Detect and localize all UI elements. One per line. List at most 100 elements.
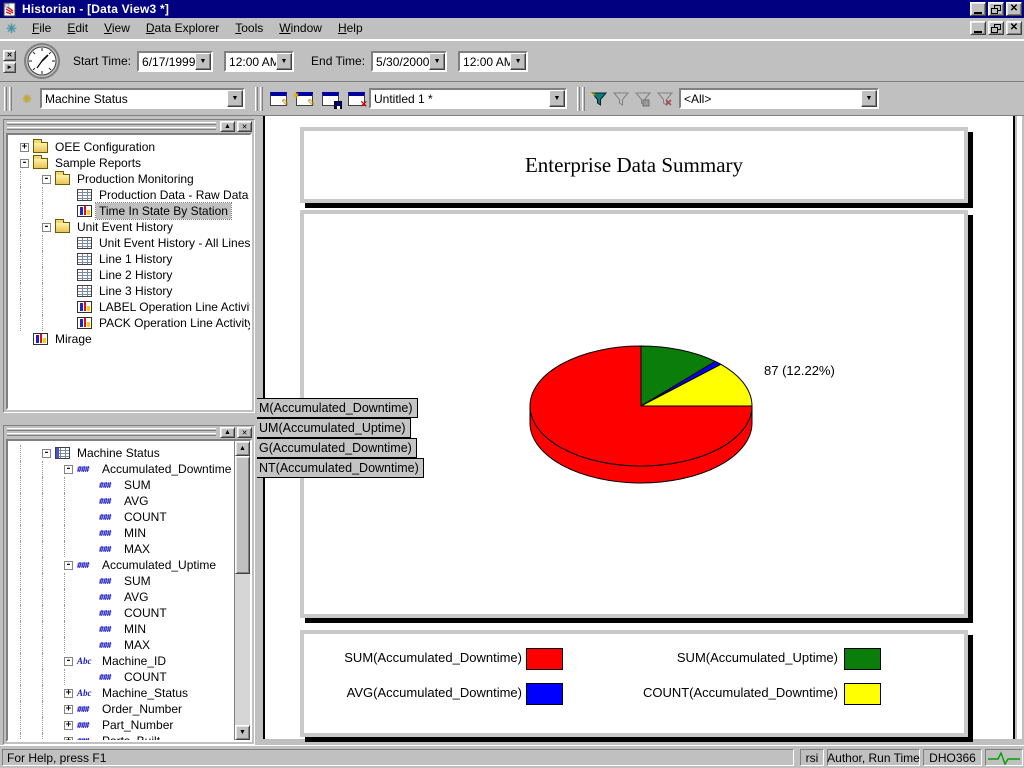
tree-item-count[interactable]: ###COUNT xyxy=(20,509,234,525)
edit-filter-button[interactable] xyxy=(609,87,631,111)
collapse-icon[interactable]: - xyxy=(42,223,51,232)
collapse-icon[interactable]: - xyxy=(64,657,73,666)
delete-data-view-button[interactable]: ✕ xyxy=(343,87,369,111)
tree-item-machine-id[interactable]: -AbcMachine_ID xyxy=(20,653,234,669)
tree-item-line-2-history[interactable]: Line 2 History xyxy=(20,267,250,283)
dropdown-arrow-icon[interactable]: ▼ xyxy=(276,53,292,70)
end-date-combobox[interactable]: 5/30/2000 ▼ xyxy=(371,51,447,72)
vertical-scrollbar[interactable]: ▲ ▼ xyxy=(234,441,250,740)
start-time-combobox[interactable]: 12:00 AM ▼ xyxy=(224,51,294,72)
new-filter-button[interactable]: ✳ xyxy=(587,87,609,111)
tree-item-machine-status[interactable]: -Machine Status xyxy=(20,445,234,461)
dataset-combobox[interactable]: Machine Status ▼ xyxy=(40,88,245,109)
menu-tools[interactable]: Tools xyxy=(227,18,271,39)
toolbar-grip[interactable] xyxy=(582,87,585,111)
restore-button[interactable] xyxy=(988,2,1004,16)
toolbar-grip[interactable] xyxy=(4,87,7,111)
menu-view[interactable]: View xyxy=(96,18,138,39)
tree-item-oee-configuration[interactable]: +OEE Configuration xyxy=(20,139,250,155)
tree-item-sum[interactable]: ###SUM xyxy=(20,477,234,493)
dropdown-arrow-icon[interactable]: ▼ xyxy=(429,53,445,70)
mdi-minimize-button[interactable] xyxy=(970,21,986,35)
scroll-up-icon[interactable]: ▲ xyxy=(235,441,250,456)
rename-data-view-button[interactable]: ✎✱ xyxy=(291,87,317,111)
tree-item-unit-event-history-all-lines[interactable]: Unit Event History - All Lines xyxy=(20,235,250,251)
menu-file[interactable]: File xyxy=(24,18,59,39)
tree-item-accumulated-uptime[interactable]: -###Accumulated_Uptime xyxy=(20,557,234,573)
scroll-down-icon[interactable]: ▼ xyxy=(235,725,250,740)
mdi-close-button[interactable]: ✕ xyxy=(1006,21,1022,35)
toolbar-grip[interactable] xyxy=(255,87,258,111)
mdi-restore-button[interactable] xyxy=(988,21,1004,35)
minimize-button[interactable] xyxy=(970,2,986,16)
menu-help[interactable]: Help xyxy=(330,18,371,39)
tree-item-count[interactable]: ###COUNT xyxy=(20,605,234,621)
collapse-icon[interactable]: - xyxy=(42,449,51,458)
tree-item-part-number[interactable]: +###Part_Number xyxy=(20,717,234,733)
dropdown-arrow-icon[interactable]: ▼ xyxy=(549,90,565,107)
scrollbar-track[interactable] xyxy=(235,574,250,725)
collapse-icon[interactable]: - xyxy=(42,175,51,184)
tree-item-max[interactable]: ###MAX xyxy=(20,637,234,653)
tree-item-pack-operation-line-activity[interactable]: PACK Operation Line Activity xyxy=(20,315,250,331)
collapse-icon[interactable]: - xyxy=(20,159,29,168)
tree-item-min[interactable]: ###MIN xyxy=(20,621,234,637)
dropdown-arrow-icon[interactable]: ▼ xyxy=(227,90,243,107)
tree-item-accumulated-downtime[interactable]: -###Accumulated_Downtime xyxy=(20,461,234,477)
scrollbar-thumb[interactable] xyxy=(235,456,250,574)
collapse-icon[interactable]: - xyxy=(64,561,73,570)
tree-item-line-1-history[interactable]: Line 1 History xyxy=(20,251,250,267)
new-dataset-button[interactable]: ✳ xyxy=(14,87,40,111)
panel-collapse-button[interactable]: ▲ xyxy=(220,427,235,438)
tree-item-avg[interactable]: ###AVG xyxy=(20,589,234,605)
tree-item-unit-event-history[interactable]: -Unit Event History xyxy=(20,219,250,235)
save-filter-button[interactable] xyxy=(631,87,653,111)
tree-item-time-in-state-by-station[interactable]: Time In State By Station xyxy=(20,203,250,219)
toolbar-close-button[interactable]: ✕ xyxy=(3,50,16,61)
panel-close-button[interactable]: ✕ xyxy=(237,121,252,132)
tree-item-min[interactable]: ###MIN xyxy=(20,525,234,541)
tree-item-production-data-raw-data[interactable]: Production Data - Raw Data xyxy=(20,187,250,203)
tree-item-parts-built[interactable]: +###Parts_Built xyxy=(20,733,234,740)
new-data-view-button[interactable]: ✎ xyxy=(265,87,291,111)
tree-item-sample-reports[interactable]: -Sample Reports xyxy=(20,155,250,171)
tree-item-label-operation-line-activity[interactable]: LABEL Operation Line Activity xyxy=(20,299,250,315)
tree-item-count[interactable]: ###COUNT xyxy=(20,669,234,685)
filter-combobox[interactable]: <All> ▼ xyxy=(679,88,879,109)
close-button[interactable]: ✕ xyxy=(1006,2,1022,16)
expand-icon[interactable]: + xyxy=(20,143,29,152)
panel-header[interactable]: ▲ ✕ xyxy=(4,120,254,133)
expand-icon[interactable]: + xyxy=(64,721,73,730)
collapse-icon[interactable]: - xyxy=(64,465,73,474)
tree-item-machine-status[interactable]: +AbcMachine_Status xyxy=(20,685,234,701)
tree-item-production-monitoring[interactable]: -Production Monitoring xyxy=(20,171,250,187)
panel-collapse-button[interactable]: ▲ xyxy=(220,121,235,132)
toolbar-expand-button[interactable]: ▸ xyxy=(3,62,16,73)
delete-filter-button[interactable] xyxy=(653,87,675,111)
end-time-combobox[interactable]: 12:00 AM ▼ xyxy=(458,51,528,72)
toolbar-grip[interactable] xyxy=(260,87,263,111)
tree-item-line-3-history[interactable]: Line 3 History xyxy=(20,283,250,299)
tree-item-max[interactable]: ###MAX xyxy=(20,541,234,557)
tree-item-sum[interactable]: ###SUM xyxy=(20,573,234,589)
start-date-combobox[interactable]: 6/17/1999 ▼ xyxy=(137,51,213,72)
menu-data-explorer[interactable]: Data Explorer xyxy=(138,18,227,39)
expand-icon[interactable]: + xyxy=(64,737,73,741)
toolbar-grip[interactable] xyxy=(9,87,12,111)
panel-header[interactable]: ▲ ✕ xyxy=(4,426,254,439)
panel-close-button[interactable]: ✕ xyxy=(237,427,252,438)
toolbar-grip[interactable] xyxy=(577,87,580,111)
tree-item-avg[interactable]: ###AVG xyxy=(20,493,234,509)
dropdown-arrow-icon[interactable]: ▼ xyxy=(195,53,211,70)
dropdown-arrow-icon[interactable]: ▼ xyxy=(510,53,526,70)
save-data-view-button[interactable] xyxy=(317,87,343,111)
data-view-combobox[interactable]: Untitled 1 * ▼ xyxy=(369,88,567,109)
expand-icon[interactable]: + xyxy=(64,689,73,698)
dropdown-arrow-icon[interactable]: ▼ xyxy=(861,90,877,107)
expand-icon[interactable]: + xyxy=(64,705,73,714)
menu-edit[interactable]: Edit xyxy=(59,18,96,39)
tree-item-order-number[interactable]: +###Order_Number xyxy=(20,701,234,717)
title-bar[interactable]: Historian - [Data View3 *] ✕ xyxy=(0,0,1024,18)
menu-window[interactable]: Window xyxy=(271,18,330,39)
tree-item-mirage[interactable]: Mirage xyxy=(20,331,250,347)
